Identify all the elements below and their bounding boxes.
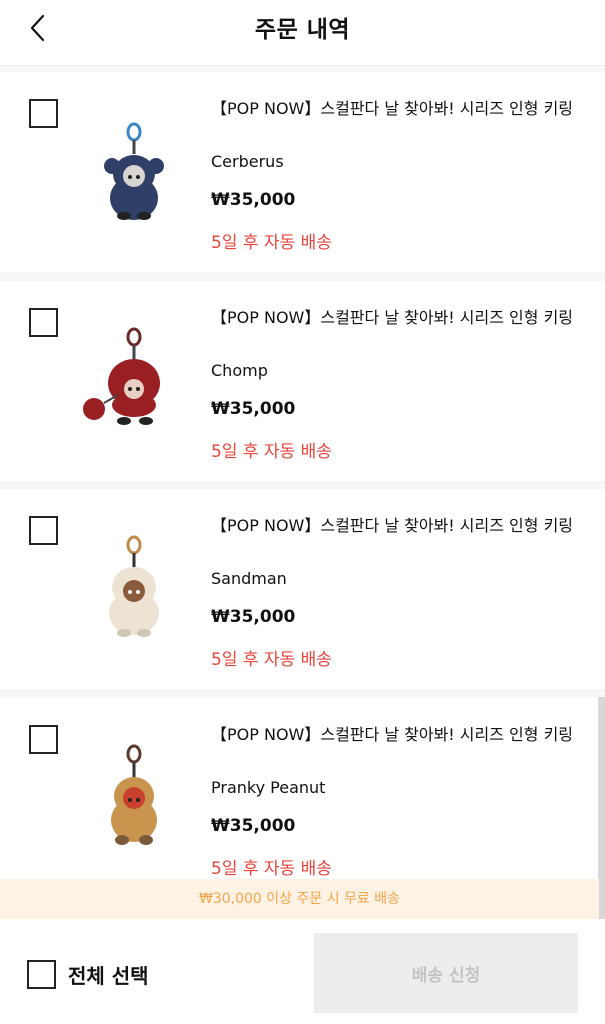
item-price: ₩35,000 [211, 190, 296, 210]
item-status: 5일 후 자동 배송 [211, 859, 332, 879]
order-item: 【POP NOW】스컬판다 날 찾아봐! 시리즈 인형 키링 Cerberus … [0, 72, 605, 272]
free-shipping-banner: ₩30,000 이상 주문 시 무료 배송 [0, 879, 599, 919]
item-name: 【POP NOW】스컬판다 날 찾아봐! 시리즈 인형 키링 [211, 99, 574, 118]
order-item: 【POP NOW】스컬판다 날 찾아봐! 시리즈 인형 키링 Pranky Pe… [0, 698, 605, 880]
request-shipping-button[interactable]: 배송 신청 [314, 933, 578, 1013]
order-item: 【POP NOW】스컬판다 날 찾아봐! 시리즈 인형 키링 Chomp ₩35… [0, 281, 605, 481]
product-image [83, 327, 160, 425]
item-price: ₩35,000 [211, 399, 296, 419]
select-all-checkbox[interactable]: 전체 선택 [27, 959, 149, 989]
item-checkbox[interactable] [29, 308, 58, 337]
bottom-action-bar: 전체 선택 배송 신청 [0, 919, 605, 1024]
product-image [109, 535, 159, 637]
item-status: 5일 후 자동 배송 [211, 233, 332, 253]
item-option: Cerberus [211, 152, 284, 171]
item-name: 【POP NOW】스컬판다 날 찾아봐! 시리즈 인형 키링 [211, 308, 574, 327]
checkbox-box[interactable] [27, 959, 56, 989]
item-checkbox[interactable] [29, 725, 58, 754]
page-title: 주문 내역 [254, 17, 351, 43]
item-price: ₩35,000 [211, 816, 296, 836]
item-status: 5일 후 자동 배송 [211, 650, 332, 670]
product-image [104, 122, 164, 220]
item-price: ₩35,000 [211, 607, 296, 627]
item-checkbox[interactable] [29, 99, 58, 128]
order-history-screen: 주문 내역 【POP NOW】스컬판다 날 찾아봐! 시리즈 인형 키링 Cer… [0, 0, 605, 1024]
item-option: Chomp [211, 361, 268, 380]
product-image [111, 744, 157, 845]
order-item: 【POP NOW】스컬판다 날 찾아봐! 시리즈 인형 키링 Sandman ₩… [0, 489, 605, 689]
header: 주문 내역 [0, 0, 605, 66]
item-option: Sandman [211, 569, 287, 588]
item-name: 【POP NOW】스컬판다 날 찾아봐! 시리즈 인형 키링 [211, 516, 574, 535]
item-checkbox[interactable] [29, 516, 58, 545]
select-all-label: 전체 선택 [68, 963, 149, 988]
item-name: 【POP NOW】스컬판다 날 찾아봐! 시리즈 인형 키링 [211, 725, 574, 744]
item-status: 5일 후 자동 배송 [211, 442, 332, 462]
order-list: 【POP NOW】스컬판다 날 찾아봐! 시리즈 인형 키링 Cerberus … [0, 68, 605, 880]
item-option: Pranky Peanut [211, 778, 326, 797]
